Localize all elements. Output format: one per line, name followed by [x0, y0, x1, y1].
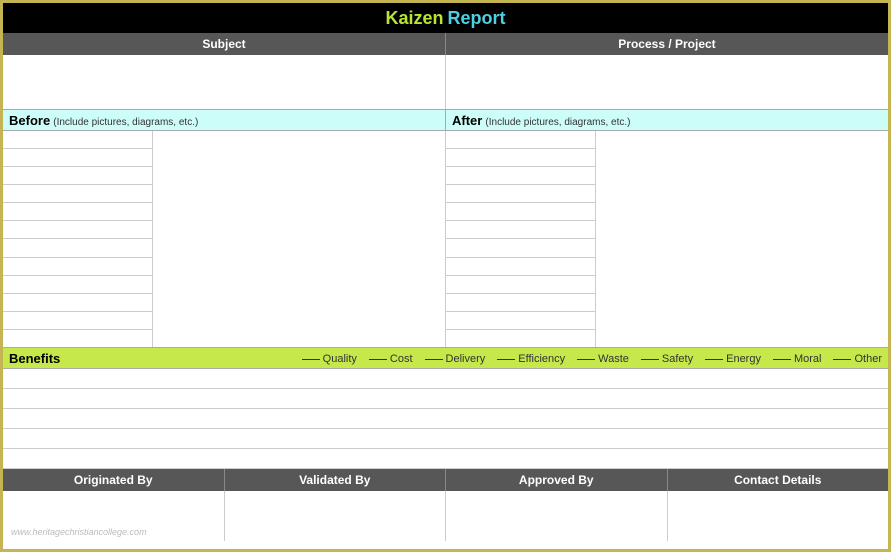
benefit-option-label: Energy — [726, 353, 761, 365]
list-item[interactable] — [3, 294, 152, 312]
list-item[interactable] — [446, 239, 595, 257]
benefits-header: Benefits Quality Cost Delivery Efficiency Wa… — [3, 347, 888, 369]
title-report: Report — [448, 8, 506, 29]
benefit-option-label: Cost — [390, 353, 413, 365]
list-item[interactable] — [3, 258, 152, 276]
footer-row: Originated By Validated By Approved By C… — [3, 469, 888, 491]
approved-cell[interactable] — [446, 491, 668, 541]
header-process: Process / Project — [446, 33, 888, 55]
benefit-option-efficiency[interactable]: Efficiency — [497, 353, 565, 365]
benefit-option-delivery[interactable]: Delivery — [425, 353, 486, 365]
list-item[interactable] — [3, 312, 152, 330]
title-kaizen: Kaizen — [385, 8, 443, 29]
list-item[interactable] — [3, 330, 152, 347]
list-item[interactable] — [446, 312, 595, 330]
benefits-label: Benefits — [9, 351, 60, 366]
benefit-option-label: Moral — [794, 353, 822, 365]
list-item[interactable] — [446, 330, 595, 347]
benefit-option-label: Safety — [662, 353, 693, 365]
footer-body — [3, 491, 888, 541]
list-item[interactable] — [3, 221, 152, 239]
before-list — [3, 131, 153, 347]
title-bar: Kaizen Report — [3, 3, 888, 33]
after-list — [446, 131, 596, 347]
before-column — [3, 131, 446, 347]
before-image-area[interactable] — [153, 131, 445, 347]
after-column — [446, 131, 888, 347]
list-item[interactable] — [446, 203, 595, 221]
checkbox-line — [302, 359, 320, 360]
checkbox-line — [773, 359, 791, 360]
subject-body — [3, 55, 888, 109]
footer-approved: Approved By — [446, 469, 668, 491]
list-item[interactable] — [3, 185, 152, 203]
benefit-option-cost[interactable]: Cost — [369, 353, 413, 365]
after-header: After (Include pictures, diagrams, etc.) — [446, 110, 888, 130]
list-item[interactable] — [446, 258, 595, 276]
contact-cell[interactable] — [668, 491, 889, 541]
benefit-option-label: Other — [854, 353, 882, 365]
after-label: After — [452, 113, 482, 128]
checkbox-line — [833, 359, 851, 360]
before-after-body — [3, 131, 888, 347]
header-subject: Subject — [3, 33, 446, 55]
list-item[interactable] — [3, 167, 152, 185]
before-after-header: Before (Include pictures, diagrams, etc.… — [3, 109, 888, 131]
checkbox-line — [425, 359, 443, 360]
validated-cell[interactable] — [225, 491, 447, 541]
checkbox-line — [497, 359, 515, 360]
list-item[interactable] — [446, 185, 595, 203]
footer-contact: Contact Details — [668, 469, 889, 491]
benefit-option-label: Quality — [323, 353, 357, 365]
list-item[interactable] — [3, 239, 152, 257]
list-item[interactable] — [446, 167, 595, 185]
benefit-option-other[interactable]: Other — [833, 353, 882, 365]
list-item[interactable] — [446, 276, 595, 294]
list-item[interactable] — [446, 221, 595, 239]
list-item[interactable] — [446, 131, 595, 149]
after-image-area[interactable] — [596, 131, 888, 347]
list-item[interactable] — [3, 131, 152, 149]
benefits-row[interactable] — [3, 369, 888, 389]
footer-originated: Originated By — [3, 469, 225, 491]
benefit-option-label: Efficiency — [518, 353, 565, 365]
originated-cell[interactable] — [3, 491, 225, 541]
benefits-body — [3, 369, 888, 469]
benefit-option-safety[interactable]: Safety — [641, 353, 693, 365]
before-header: Before (Include pictures, diagrams, etc.… — [3, 110, 446, 130]
list-item[interactable] — [3, 276, 152, 294]
subject-cell[interactable] — [3, 55, 446, 109]
list-item[interactable] — [446, 294, 595, 312]
benefit-option-moral[interactable]: Moral — [773, 353, 822, 365]
benefit-option-label: Delivery — [446, 353, 486, 365]
benefits-row[interactable] — [3, 389, 888, 409]
benefit-option-energy[interactable]: Energy — [705, 353, 761, 365]
checkbox-line — [369, 359, 387, 360]
checkbox-line — [641, 359, 659, 360]
list-item[interactable] — [3, 149, 152, 167]
after-note: (Include pictures, diagrams, etc.) — [485, 117, 630, 128]
checkbox-line — [705, 359, 723, 360]
benefits-row[interactable] — [3, 429, 888, 449]
process-cell[interactable] — [446, 55, 888, 109]
benefit-option-quality[interactable]: Quality — [302, 353, 357, 365]
checkbox-line — [577, 359, 595, 360]
list-item[interactable] — [446, 149, 595, 167]
list-item[interactable] — [3, 203, 152, 221]
benefit-option-waste[interactable]: Waste — [577, 353, 629, 365]
benefits-row[interactable] — [3, 409, 888, 429]
before-label: Before — [9, 113, 50, 128]
footer-validated: Validated By — [225, 469, 447, 491]
benefits-row[interactable] — [3, 449, 888, 469]
header-row: Subject Process / Project — [3, 33, 888, 55]
benefit-option-label: Waste — [598, 353, 629, 365]
before-note: (Include pictures, diagrams, etc.) — [53, 117, 198, 128]
